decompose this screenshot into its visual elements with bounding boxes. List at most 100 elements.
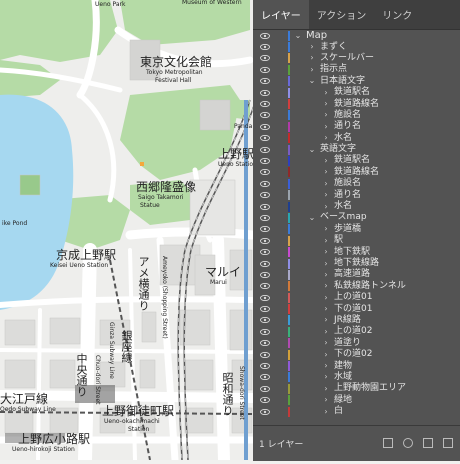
eye-icon[interactable] (257, 249, 273, 256)
chevron-right-icon[interactable]: › (322, 225, 330, 233)
chevron-right-icon[interactable]: › (322, 191, 330, 199)
chevron-right-icon[interactable]: › (322, 282, 330, 290)
eye-icon[interactable] (257, 214, 273, 221)
chevron-down-icon[interactable]: ⌄ (294, 31, 302, 40)
layer-row[interactable]: › 鉄道路線名 (253, 167, 460, 178)
eye-icon[interactable] (257, 180, 273, 187)
chevron-right-icon[interactable]: › (322, 236, 330, 245)
chevron-right-icon[interactable]: › (322, 362, 330, 370)
chevron-right-icon[interactable]: › (322, 122, 330, 131)
eye-icon[interactable] (257, 374, 273, 381)
layer-row[interactable]: › 地下鉄線路 (253, 258, 460, 269)
chevron-down-icon[interactable]: ⌄ (308, 77, 316, 85)
layer-row[interactable]: › 道塗り (253, 338, 460, 349)
eye-icon[interactable] (257, 135, 273, 142)
layer-row[interactable]: › 高速道路 (253, 269, 460, 280)
new-layer-icon[interactable] (423, 438, 433, 448)
eye-icon[interactable] (257, 203, 273, 210)
layer-row[interactable]: › 下の道02 (253, 349, 460, 360)
chevron-right-icon[interactable]: › (322, 396, 330, 404)
eye-icon[interactable] (257, 385, 273, 392)
tab-actions[interactable]: アクション (309, 0, 375, 29)
chevron-right-icon[interactable]: › (308, 65, 316, 74)
tab-layers[interactable]: レイヤー (253, 0, 309, 29)
layer-row[interactable]: › JR線路 (253, 315, 460, 326)
chevron-right-icon[interactable]: › (322, 384, 330, 393)
eye-icon[interactable] (257, 283, 273, 290)
layer-row[interactable]: ⌄ 英語文字 (253, 144, 460, 155)
layer-row[interactable]: › 歩道橋 (253, 224, 460, 235)
eye-icon[interactable] (257, 271, 273, 278)
export-icon[interactable] (383, 438, 393, 448)
layer-row[interactable]: › 地下鉄駅 (253, 246, 460, 258)
eye-icon[interactable] (257, 363, 273, 370)
eye-icon[interactable] (257, 101, 273, 108)
layer-row[interactable]: › 鉄道駅名 (253, 87, 460, 98)
layer-row[interactable]: › 下の道01 (253, 303, 460, 315)
eye-icon[interactable] (257, 32, 273, 39)
chevron-right-icon[interactable]: › (322, 111, 330, 119)
layer-row[interactable]: ⌄ ベースmap (253, 212, 460, 223)
layer-row[interactable]: › 指示点 (253, 64, 460, 75)
chevron-down-icon[interactable]: ⌄ (308, 145, 316, 154)
chevron-right-icon[interactable]: › (322, 88, 330, 97)
chevron-right-icon[interactable]: › (322, 179, 330, 188)
chevron-right-icon[interactable]: › (322, 202, 330, 211)
layer-row[interactable]: › 水名 (253, 201, 460, 212)
tab-links[interactable]: リンク (374, 0, 420, 29)
layer-row[interactable]: › 上の道01 (253, 292, 460, 303)
eye-icon[interactable] (257, 169, 273, 176)
layer-row[interactable]: › スケールバー (253, 53, 460, 64)
layer-row[interactable]: › 建物 (253, 360, 460, 372)
eye-icon[interactable] (257, 306, 273, 313)
layer-row[interactable]: › まずく (253, 41, 460, 53)
layer-row[interactable]: › 上の道02 (253, 326, 460, 337)
eye-icon[interactable] (257, 78, 273, 85)
eye-icon[interactable] (257, 66, 273, 73)
eye-icon[interactable] (257, 146, 273, 153)
eye-icon[interactable] (257, 328, 273, 335)
eye-icon[interactable] (257, 340, 273, 347)
chevron-right-icon[interactable]: › (322, 259, 330, 268)
layer-row[interactable]: › 施設名 (253, 178, 460, 189)
layer-row[interactable]: › 鉄道路線名 (253, 98, 460, 110)
search-layer-icon[interactable] (403, 438, 413, 448)
layer-row[interactable]: › 通り名 (253, 189, 460, 201)
layer-row[interactable]: ⌄ 日本語文字 (253, 76, 460, 87)
chevron-right-icon[interactable]: › (322, 293, 330, 302)
layer-row[interactable]: › 鉄道駅名 (253, 155, 460, 166)
delete-layer-icon[interactable] (443, 438, 453, 448)
layer-row[interactable]: › 白 (253, 406, 460, 417)
chevron-right-icon[interactable]: › (322, 407, 330, 416)
layer-row[interactable]: › 私鉄線路トンネル (253, 281, 460, 292)
layer-row[interactable]: › 駅 (253, 235, 460, 246)
layer-row[interactable]: ⌄ Map (253, 30, 460, 41)
layer-row[interactable]: › 水名 (253, 133, 460, 144)
eye-icon[interactable] (257, 294, 273, 301)
eye-icon[interactable] (257, 397, 273, 404)
eye-icon[interactable] (257, 226, 273, 233)
chevron-right-icon[interactable]: › (322, 305, 330, 313)
chevron-right-icon[interactable]: › (322, 100, 330, 108)
eye-icon[interactable] (257, 317, 273, 324)
layer-row[interactable]: › 通り名 (253, 121, 460, 132)
layer-row[interactable]: › 緑地 (253, 395, 460, 406)
eye-icon[interactable] (257, 89, 273, 96)
chevron-right-icon[interactable]: › (322, 248, 330, 256)
eye-icon[interactable] (257, 260, 273, 267)
chevron-down-icon[interactable]: ⌄ (308, 213, 316, 222)
eye-icon[interactable] (257, 123, 273, 130)
chevron-right-icon[interactable]: › (322, 327, 330, 336)
chevron-right-icon[interactable]: › (322, 373, 330, 381)
eye-icon[interactable] (257, 351, 273, 358)
chevron-right-icon[interactable]: › (322, 134, 330, 142)
eye-icon[interactable] (257, 237, 273, 244)
eye-icon[interactable] (257, 157, 273, 164)
layer-row[interactable]: › 水域 (253, 372, 460, 383)
layer-row[interactable]: › 上野動物園エリア (253, 383, 460, 394)
eye-icon[interactable] (257, 192, 273, 199)
eye-icon[interactable] (257, 44, 273, 51)
chevron-right-icon[interactable]: › (308, 54, 316, 62)
eye-icon[interactable] (257, 408, 273, 415)
chevron-right-icon[interactable]: › (322, 156, 330, 165)
